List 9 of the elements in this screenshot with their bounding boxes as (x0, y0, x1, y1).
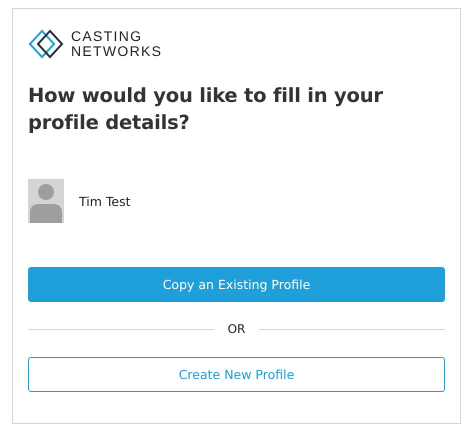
page-heading: How would you like to fill in your profile details? (28, 83, 384, 136)
create-profile-button[interactable]: Create New Profile (28, 357, 445, 392)
avatar-icon (28, 179, 64, 223)
logo-text: NETWORKS (71, 44, 162, 59)
logo-icon (28, 29, 64, 59)
logo-text: CASTING (71, 29, 144, 44)
copy-profile-button[interactable]: Copy an Existing Profile (28, 267, 445, 302)
divider-label: OR (228, 322, 246, 336)
profile-name: Tim Test (79, 194, 130, 208)
